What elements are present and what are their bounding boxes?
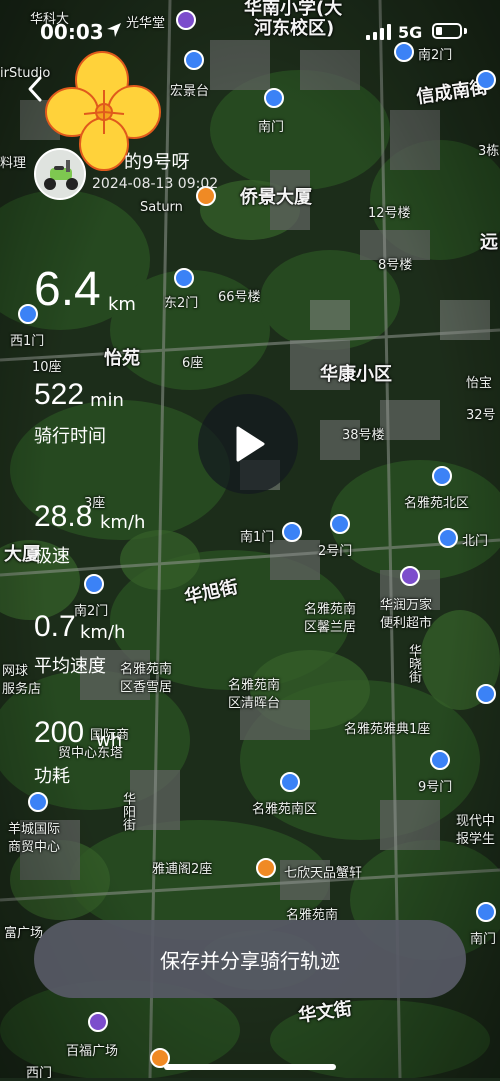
map-label: 七欣天品蟹轩 xyxy=(284,866,363,881)
map-label: 网球 xyxy=(2,664,29,679)
map-label: 便利超市 xyxy=(380,616,433,631)
distance-unit: km xyxy=(108,294,136,315)
food-pin-icon[interactable] xyxy=(256,858,276,878)
map-label: 66号楼 xyxy=(218,290,261,305)
map-label: 商贸中心 xyxy=(8,840,61,855)
poi-pin-icon[interactable] xyxy=(282,522,302,542)
power-label: 功耗 xyxy=(34,766,70,787)
shop-pin-icon[interactable] xyxy=(88,1012,108,1032)
map-label: 名雅苑雅典1座 xyxy=(344,722,431,737)
play-button[interactable] xyxy=(198,394,298,494)
map-label: 南门 xyxy=(258,120,285,135)
shop-pin-icon[interactable] xyxy=(400,566,420,586)
map-label: 10座 xyxy=(32,360,62,375)
map-label: 羊城国际 xyxy=(8,822,61,837)
battery-tip xyxy=(464,28,467,34)
map-label: 怡苑 xyxy=(104,348,140,369)
play-icon xyxy=(236,426,265,462)
poi-pin-icon[interactable] xyxy=(476,70,496,90)
map-label: 南2门 xyxy=(74,604,109,619)
map-label: 名雅苑北区 xyxy=(404,496,470,511)
map-label: 现代中 xyxy=(456,814,496,829)
map-label: 华晓街 xyxy=(406,644,421,683)
ride-time-value: 522 xyxy=(34,378,85,411)
map-label: Saturn xyxy=(140,200,183,215)
top-speed-unit: km/h xyxy=(100,512,146,533)
top-speed-value: 28.8 xyxy=(34,500,93,533)
map-label: 南1门 xyxy=(240,530,275,545)
map-label: 华康小区 xyxy=(320,364,392,385)
map-label: 东2门 xyxy=(164,296,199,311)
battery-level xyxy=(436,27,442,35)
poi-pin-icon[interactable] xyxy=(432,466,452,486)
map-label: 区馨兰居 xyxy=(304,620,357,635)
top-speed-label: 极速 xyxy=(34,546,70,567)
map-label: 西门 xyxy=(26,1066,53,1081)
home-indicator xyxy=(164,1064,336,1070)
map-label: 料理 xyxy=(0,156,27,171)
poi-pin-icon[interactable] xyxy=(476,684,496,704)
map-label: 华阳街 xyxy=(120,792,135,831)
distance-value: 6.4 xyxy=(34,263,101,316)
map-label: 侨景大厦 xyxy=(240,187,312,208)
map-label: 怡宝 xyxy=(466,376,493,391)
map-label: 名雅苑南 xyxy=(120,662,173,677)
power-unit: wh xyxy=(96,730,123,751)
avg-speed-value: 0.7 xyxy=(34,610,76,643)
map-label: 32号 xyxy=(466,408,496,423)
map-label: 3栋 xyxy=(478,144,500,159)
map-label: 华润万家 xyxy=(380,598,433,613)
poi-pin-icon[interactable] xyxy=(264,88,284,108)
poi-pin-icon[interactable] xyxy=(174,268,194,288)
user-name: 的9号呀 xyxy=(124,152,190,173)
scooter-avatar-icon xyxy=(36,150,84,198)
ride-time-unit: min xyxy=(90,390,124,411)
poi-pin-icon[interactable] xyxy=(280,772,300,792)
map-label: 38号楼 xyxy=(342,428,385,443)
map-label: 南门 xyxy=(470,932,497,947)
map-label: 雅逋阁2座 xyxy=(152,862,213,877)
status-time: 00:03 xyxy=(40,20,104,44)
avg-speed-label: 平均速度 xyxy=(34,656,106,677)
poi-pin-icon[interactable] xyxy=(476,902,496,922)
poi-pin-icon[interactable] xyxy=(430,750,450,770)
battery-icon xyxy=(432,23,462,39)
map-label: 名雅苑南区 xyxy=(252,802,318,817)
map-label: 北门 xyxy=(462,534,489,549)
avg-speed-unit: km/h xyxy=(80,622,126,643)
map-label: 区清晖台 xyxy=(228,696,281,711)
power-value: 200 xyxy=(34,716,85,749)
map-label: 报学生 xyxy=(456,832,496,847)
map-label: 12号楼 xyxy=(368,206,411,221)
map-label: 区香雪居 xyxy=(120,680,173,695)
network-type: 5G xyxy=(398,23,423,42)
ride-datetime: 2024-08-13 09:02 xyxy=(92,176,219,192)
map-label: 2号门 xyxy=(318,544,353,559)
map-label: 8号楼 xyxy=(378,258,413,273)
poi-pin-icon[interactable] xyxy=(330,514,350,534)
location-arrow-icon xyxy=(107,23,121,37)
map-label: 名雅苑南 xyxy=(228,678,281,693)
poi-pin-icon[interactable] xyxy=(28,792,48,812)
signal-bars-icon xyxy=(366,24,391,40)
map-label: 服务店 xyxy=(2,682,42,697)
save-share-label: 保存并分享骑行轨迹 xyxy=(160,948,340,973)
map-label: 名雅苑南 xyxy=(304,602,357,617)
poi-pin-icon[interactable] xyxy=(438,528,458,548)
map-label: 百福广场 xyxy=(66,1044,119,1059)
map-label: 宏景台 xyxy=(170,84,210,99)
save-share-track-button[interactable]: 保存并分享骑行轨迹 xyxy=(34,920,466,998)
avatar[interactable] xyxy=(34,148,86,200)
map-label: 富广场 xyxy=(4,926,44,941)
poi-pin-icon[interactable] xyxy=(84,574,104,594)
map-label: 9号门 xyxy=(418,780,453,795)
map-label: 远 xyxy=(480,232,498,253)
map-label: 6座 xyxy=(182,356,204,371)
map-label: 西1门 xyxy=(10,334,45,349)
ride-time-label: 骑行时间 xyxy=(34,426,106,447)
